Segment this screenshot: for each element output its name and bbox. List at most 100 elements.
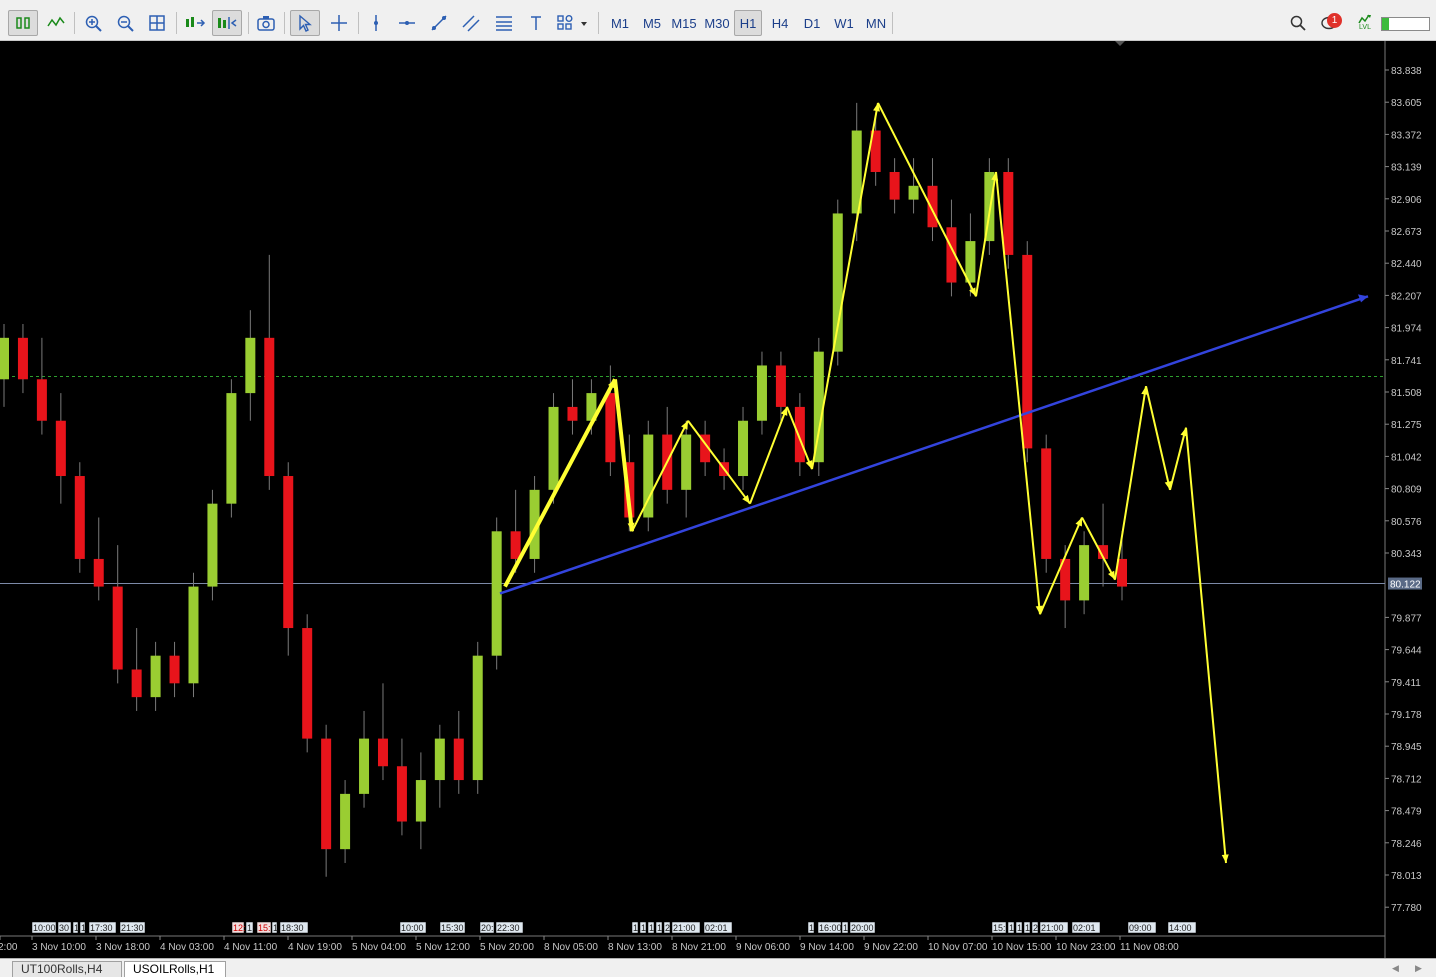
y-tick-label: 78.479	[1391, 807, 1422, 818]
projection-arrow-segment[interactable]	[503, 378, 617, 588]
channel-icon	[462, 15, 480, 32]
timeframe-m5-button[interactable]: M5	[638, 10, 666, 36]
bar-chart-button[interactable]	[8, 10, 38, 36]
event-marker-label: 1	[1025, 923, 1030, 933]
timeframe-h1-button[interactable]: H1	[734, 10, 762, 36]
bull-candle	[1079, 545, 1090, 601]
chart-shift-button[interactable]	[212, 10, 242, 36]
cursor-button[interactable]	[290, 10, 320, 36]
projection-arrow-segment[interactable]	[1114, 386, 1147, 580]
blue-trendline[interactable]	[499, 295, 1369, 595]
search-button[interactable]	[1287, 10, 1309, 36]
equidistant-channel-button[interactable]	[460, 10, 482, 36]
x-tick-label: 8 Nov 13:00	[608, 942, 662, 953]
event-marker-label: 10:00	[401, 923, 424, 933]
signal-level-button[interactable]: LVL	[1354, 10, 1376, 36]
event-marker-label: 14:00	[1169, 923, 1192, 933]
y-tick-label: 83.139	[1391, 163, 1422, 174]
bear-candle	[36, 379, 47, 421]
bear-candle	[321, 738, 332, 850]
projection-arrow-segment[interactable]	[1185, 427, 1227, 864]
event-marker-label: 1	[247, 923, 252, 933]
bull-candle	[359, 738, 370, 794]
y-tick-label: 79.178	[1391, 710, 1422, 721]
bull-candle	[207, 503, 218, 587]
horizontal-line-button[interactable]	[396, 10, 418, 36]
y-tick-label: 81.974	[1391, 324, 1422, 335]
y-tick-label: 78.246	[1391, 839, 1422, 850]
bear-candle	[775, 365, 786, 407]
projection-arrow-segment[interactable]	[1145, 385, 1171, 491]
event-marker-label: 1	[1009, 923, 1014, 933]
crosshair-button[interactable]	[328, 10, 350, 36]
auto-scroll-button[interactable]	[182, 10, 208, 36]
notification-badge: 1	[1327, 13, 1342, 28]
projection-arrow-segment[interactable]	[811, 102, 879, 470]
shapes-menu-button[interactable]	[554, 10, 592, 36]
timeframe-h4-button[interactable]: H4	[766, 10, 794, 36]
camera-icon	[257, 16, 275, 31]
x-tick-label: 8 Nov 21:00	[672, 942, 726, 953]
shapes-icon	[557, 15, 587, 30]
timeframe-d1-button[interactable]: D1	[798, 10, 826, 36]
bear-candle	[889, 171, 900, 200]
y-tick-label: 78.013	[1391, 871, 1422, 882]
bull-candle	[472, 655, 483, 781]
bear-candle	[453, 738, 464, 781]
zoom-in-icon	[85, 15, 102, 32]
timeframe-m15-button[interactable]: M15	[668, 10, 700, 36]
chart-shift-icon	[218, 17, 237, 29]
scroll-left-icon[interactable]: ◀	[1392, 963, 1399, 974]
projection-arrow-segment[interactable]	[1169, 427, 1187, 491]
x-tick-label: 3 Nov 18:00	[96, 942, 150, 953]
bear-candle	[55, 420, 66, 477]
tile-windows-button[interactable]	[146, 10, 168, 36]
x-tick-label: 4 Nov 19:00	[288, 942, 342, 953]
projection-arrow-segment[interactable]	[749, 406, 788, 505]
projection-arrow-segment[interactable]	[631, 420, 689, 532]
bull-candle	[548, 406, 559, 490]
bull-candle	[434, 738, 445, 781]
line-chart-button[interactable]	[44, 10, 68, 36]
bear-candle	[74, 476, 85, 559]
trendline-button[interactable]	[428, 10, 450, 36]
grid-icon	[149, 15, 165, 31]
bear-candle	[605, 393, 616, 463]
event-marker-label: 10:00	[33, 923, 56, 933]
fibonacci-button[interactable]	[492, 10, 516, 36]
vertical-line-button[interactable]	[366, 10, 386, 36]
timeframe-mn-button[interactable]: MN	[862, 10, 890, 36]
bear-candle	[112, 586, 123, 670]
zoom-out-button[interactable]	[114, 10, 136, 36]
timeframe-m1-button[interactable]: M1	[606, 10, 634, 36]
x-tick-label: 10 Nov 15:00	[992, 942, 1052, 953]
projection-arrow-segment[interactable]	[995, 171, 1041, 615]
x-tick-label: 2:00	[0, 942, 18, 953]
timeframe-m30-button[interactable]: M30	[702, 10, 732, 36]
event-marker-label: 21:00	[1041, 923, 1064, 933]
event-marker-label: 21:00	[673, 923, 696, 933]
bull-candle	[188, 586, 199, 684]
x-tick-label: 5 Nov 04:00	[352, 942, 406, 953]
scroll-right-icon[interactable]: ▶	[1415, 963, 1422, 974]
screenshot-button[interactable]	[254, 10, 278, 36]
chart-window[interactable]: 83.838 83.605 83.372 83.139 82.906 82.673 82.4…	[0, 41, 1436, 958]
event-marker-label: 15:	[258, 923, 271, 933]
event-marker-label: 15:30	[441, 923, 464, 933]
bull-candle	[415, 780, 426, 822]
event-marker-label: 1	[74, 923, 79, 933]
price-chart[interactable]: 83.838 83.605 83.372 83.139 82.906 82.673 82.4…	[0, 41, 1436, 958]
level-label: LVL	[1359, 24, 1371, 31]
text-tool-button[interactable]	[526, 10, 546, 36]
bull-candle	[738, 420, 749, 477]
bull-candle	[245, 337, 256, 394]
zoom-in-button[interactable]	[82, 10, 104, 36]
event-marker-label: 30	[59, 923, 69, 933]
timeframe-w1-button[interactable]: W1	[830, 10, 858, 36]
search-icon	[1290, 15, 1306, 31]
x-tick-label: 10 Nov 23:00	[1056, 942, 1116, 953]
projection-arrowhead	[805, 460, 813, 470]
line-chart-icon	[47, 16, 65, 27]
y-tick-label: 82.207	[1391, 291, 1422, 302]
y-tick-label: 82.906	[1391, 195, 1422, 206]
